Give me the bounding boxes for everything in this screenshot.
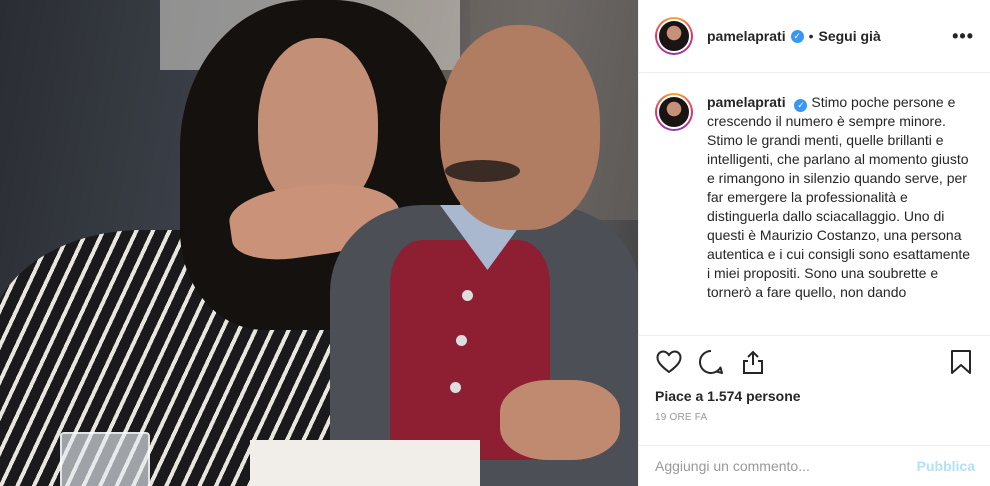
vest-button (456, 335, 467, 346)
comment-bar: Pubblica (639, 445, 990, 486)
action-section: Piace a 1.574 persone 19 ORE FA (639, 335, 990, 423)
bookmark-icon[interactable] (947, 348, 975, 376)
separator-dot: • (808, 28, 814, 44)
instagram-post: pamelaprati ✓ • Segui già ••• pamelaprat… (0, 0, 990, 486)
more-icon[interactable]: ••• (952, 26, 974, 47)
caption: pamelaprati ✓ Stimo poche persone e cres… (639, 73, 990, 331)
publish-button[interactable]: Pubblica (917, 458, 975, 474)
likes-count[interactable]: Piace a 1.574 persone (655, 388, 975, 404)
action-icons (655, 346, 975, 378)
vest-button (450, 382, 461, 393)
caption-username[interactable]: pamelaprati (707, 94, 786, 110)
verified-icon: ✓ (794, 99, 808, 112)
man-mustache (445, 160, 520, 182)
post-header: pamelaprati ✓ • Segui già ••• (639, 0, 990, 73)
comment-input[interactable] (655, 458, 917, 474)
table-paper (250, 440, 480, 486)
avatar[interactable] (655, 93, 693, 131)
verified-icon: ✓ (790, 29, 804, 43)
post-time[interactable]: 19 ORE FA (655, 412, 975, 423)
man-head (440, 25, 600, 230)
post-photo[interactable] (0, 0, 638, 486)
like-icon[interactable] (655, 348, 683, 376)
share-icon[interactable] (739, 348, 767, 376)
follow-button[interactable]: Segui già (819, 28, 881, 44)
caption-body: Stimo poche persone e crescendo il numer… (707, 94, 971, 300)
comment-icon[interactable] (697, 348, 725, 376)
water-glass (60, 432, 150, 486)
avatar[interactable] (655, 17, 693, 55)
vest-button (462, 290, 473, 301)
caption-text: pamelaprati ✓ Stimo poche persone e cres… (707, 93, 974, 331)
username-link[interactable]: pamelaprati (707, 28, 786, 44)
post-sidebar: pamelaprati ✓ • Segui già ••• pamelaprat… (638, 0, 990, 486)
man-hand (500, 380, 620, 460)
